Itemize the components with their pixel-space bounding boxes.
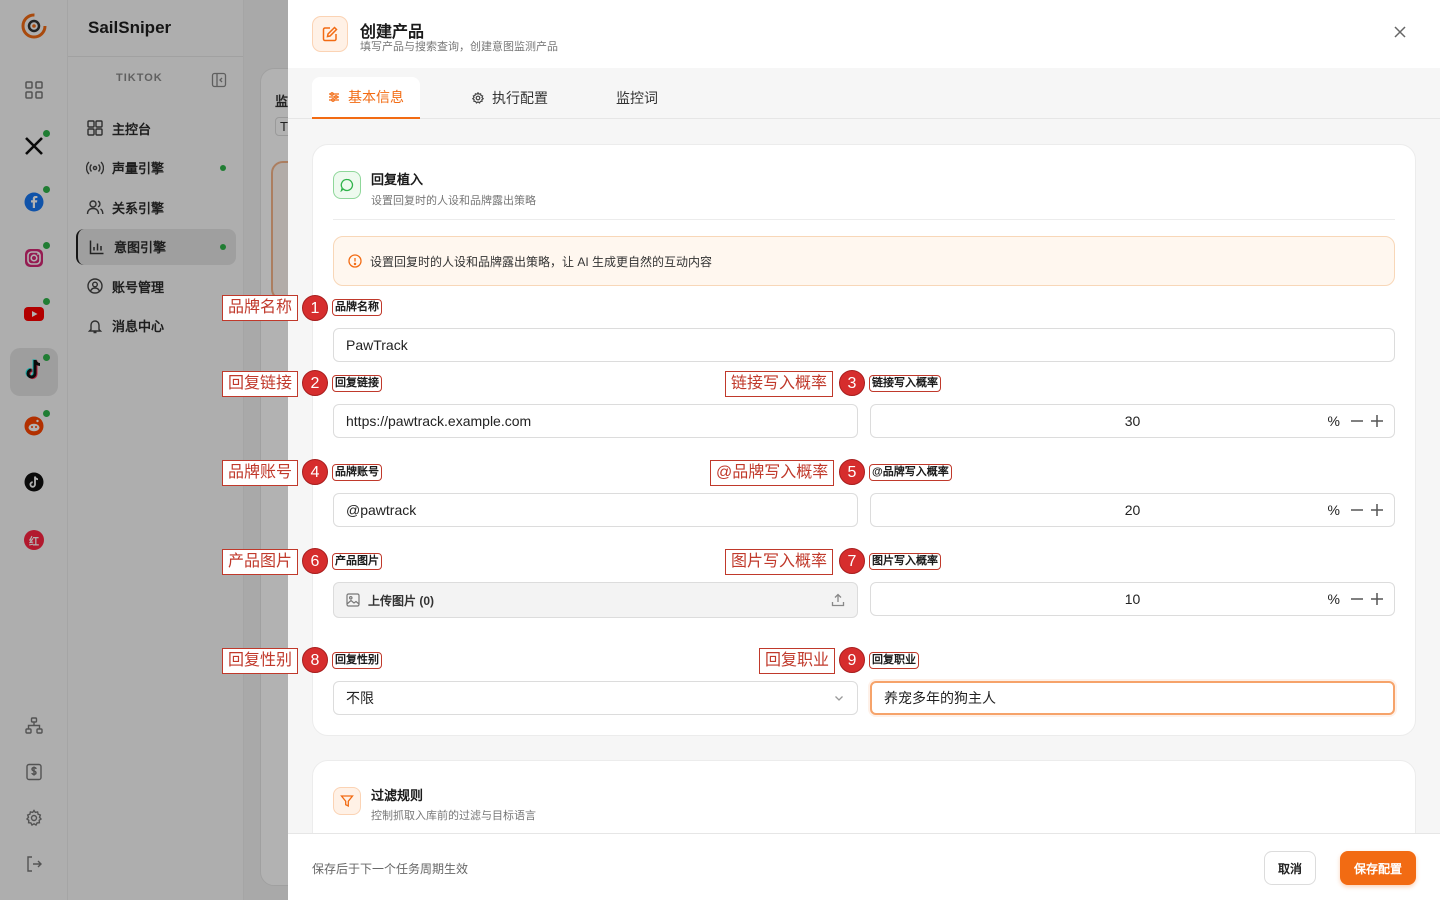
info-notice: 设置回复时的人设和品牌露出策略，让 AI 生成更自然的互动内容 [333,236,1395,286]
sliders-icon [328,91,340,103]
tab-monitor-keywords[interactable]: 监控词 [616,77,658,119]
annotation-label: 品牌名称 [222,295,299,321]
tab-basic-info[interactable]: 基本信息 [312,77,420,119]
edit-icon [312,16,348,52]
annotation-number: 2 [302,370,328,396]
reply-profession-input[interactable]: 养宠多年的狗主人 [870,681,1395,715]
annotation-label: 品牌账号 [222,460,299,486]
annotation-number: 3 [839,370,865,396]
annotation-label: 产品图片 [222,549,299,575]
upload-icon [831,593,845,607]
image-rate-value: 10 [1124,591,1141,607]
gear-icon [472,92,484,104]
mention-rate-stepper[interactable]: 20 % [870,493,1395,527]
reply-profession-value: 养宠多年的狗主人 [884,690,996,706]
brand-account-input[interactable]: @pawtrack [333,493,858,527]
mention-rate-value: 20 [1124,502,1141,518]
cancel-button[interactable]: 取消 [1264,851,1316,885]
card-title: 回复植入 [371,172,424,187]
brand-name-label: 品牌名称 [332,299,382,316]
annotation-label: @品牌写入概率 [710,460,835,486]
increment-button[interactable] [1370,592,1384,606]
product-image-label: 产品图片 [332,553,382,570]
save-config-button[interactable]: 保存配置 [1340,851,1416,885]
brand-account-value: @pawtrack [346,502,417,518]
tab-label: 执行配置 [492,90,548,106]
reply-link-label: 回复链接 [332,375,382,392]
tab-label: 监控词 [616,90,658,106]
card-title: 过滤规则 [371,788,424,803]
annotation-number: 5 [839,459,865,485]
notice-text: 设置回复时的人设和品牌露出策略，让 AI 生成更自然的互动内容 [370,254,713,269]
drawer-footer: 保存后于下一个任务周期生效 取消 保存配置 [288,833,1440,900]
percent-unit: % [1327,502,1340,518]
increment-button[interactable] [1370,503,1384,517]
info-icon [348,254,362,268]
filter-rules-card: 过滤规则 控制抓取入库前的过滤与目标语言 [312,760,1416,833]
drawer-header: 创建产品 填写产品与搜索查询，创建意图监测产品 [288,0,1440,68]
annotation-number: 9 [839,647,865,673]
filter-icon [333,787,361,815]
divider [333,219,1395,220]
increment-button[interactable] [1370,414,1384,428]
brand-name-value: PawTrack [346,337,408,353]
upload-image-label: 上传图片 (0) [368,593,435,608]
chat-bubble-icon [333,171,361,199]
drawer-tabs: 基本信息 执行配置 监控词 [288,68,1440,119]
annotation-label: 回复性别 [222,648,299,674]
percent-unit: % [1327,591,1340,607]
brand-account-label: 品牌账号 [332,464,382,481]
link-rate-label: 链接写入概率 [869,375,941,392]
close-button[interactable] [1388,22,1412,46]
annotation-number: 1 [302,295,328,321]
reply-link-value: https://pawtrack.example.com [346,413,532,429]
reply-gender-label: 回复性别 [332,652,382,669]
reply-gender-select[interactable]: 不限 [333,681,858,715]
image-rate-stepper[interactable]: 10 % [870,582,1395,616]
link-rate-stepper[interactable]: 30 % [870,404,1395,438]
reply-link-input[interactable]: https://pawtrack.example.com [333,404,858,438]
modal-overlay[interactable] [0,0,288,900]
create-product-drawer: 创建产品 填写产品与搜索查询，创建意图监测产品 基本信息 执行配置 监控词 回复… [288,0,1440,900]
annotation-label: 图片写入概率 [725,549,834,575]
tab-execution-config[interactable]: 执行配置 [472,77,548,119]
annotation-label: 链接写入概率 [725,371,834,397]
mention-rate-label: @品牌写入概率 [869,464,952,481]
percent-unit: % [1327,413,1340,429]
brand-name-input[interactable]: PawTrack [333,328,1395,362]
annotation-label: 回复链接 [222,371,299,397]
upload-image-button[interactable]: 上传图片 (0) [333,582,858,618]
annotation-label: 回复职业 [759,648,836,674]
image-icon [346,593,360,607]
reply-embedding-card: 回复植入 设置回复时的人设和品牌露出策略 设置回复时的人设和品牌露出策略，让 A… [312,144,1416,736]
annotation-number: 7 [839,548,865,574]
card-subtitle: 控制抓取入库前的过滤与目标语言 [371,810,536,822]
annotation-number: 8 [302,647,328,673]
card-subtitle: 设置回复时的人设和品牌露出策略 [371,195,536,207]
reply-profession-label: 回复职业 [869,652,919,669]
decrement-button[interactable] [1350,503,1364,517]
decrement-button[interactable] [1350,592,1364,606]
link-rate-value: 30 [1124,413,1141,429]
chevron-down-icon [833,692,845,704]
annotation-number: 6 [302,548,328,574]
image-rate-label: 图片写入概率 [869,553,941,570]
close-icon [1394,25,1406,43]
drawer-subtitle: 填写产品与搜索查询，创建意图监测产品 [360,41,558,53]
footer-note: 保存后于下一个任务周期生效 [312,862,469,876]
decrement-button[interactable] [1350,414,1364,428]
tab-label: 基本信息 [348,89,404,105]
annotation-number: 4 [302,459,328,485]
reply-gender-value: 不限 [346,690,374,706]
